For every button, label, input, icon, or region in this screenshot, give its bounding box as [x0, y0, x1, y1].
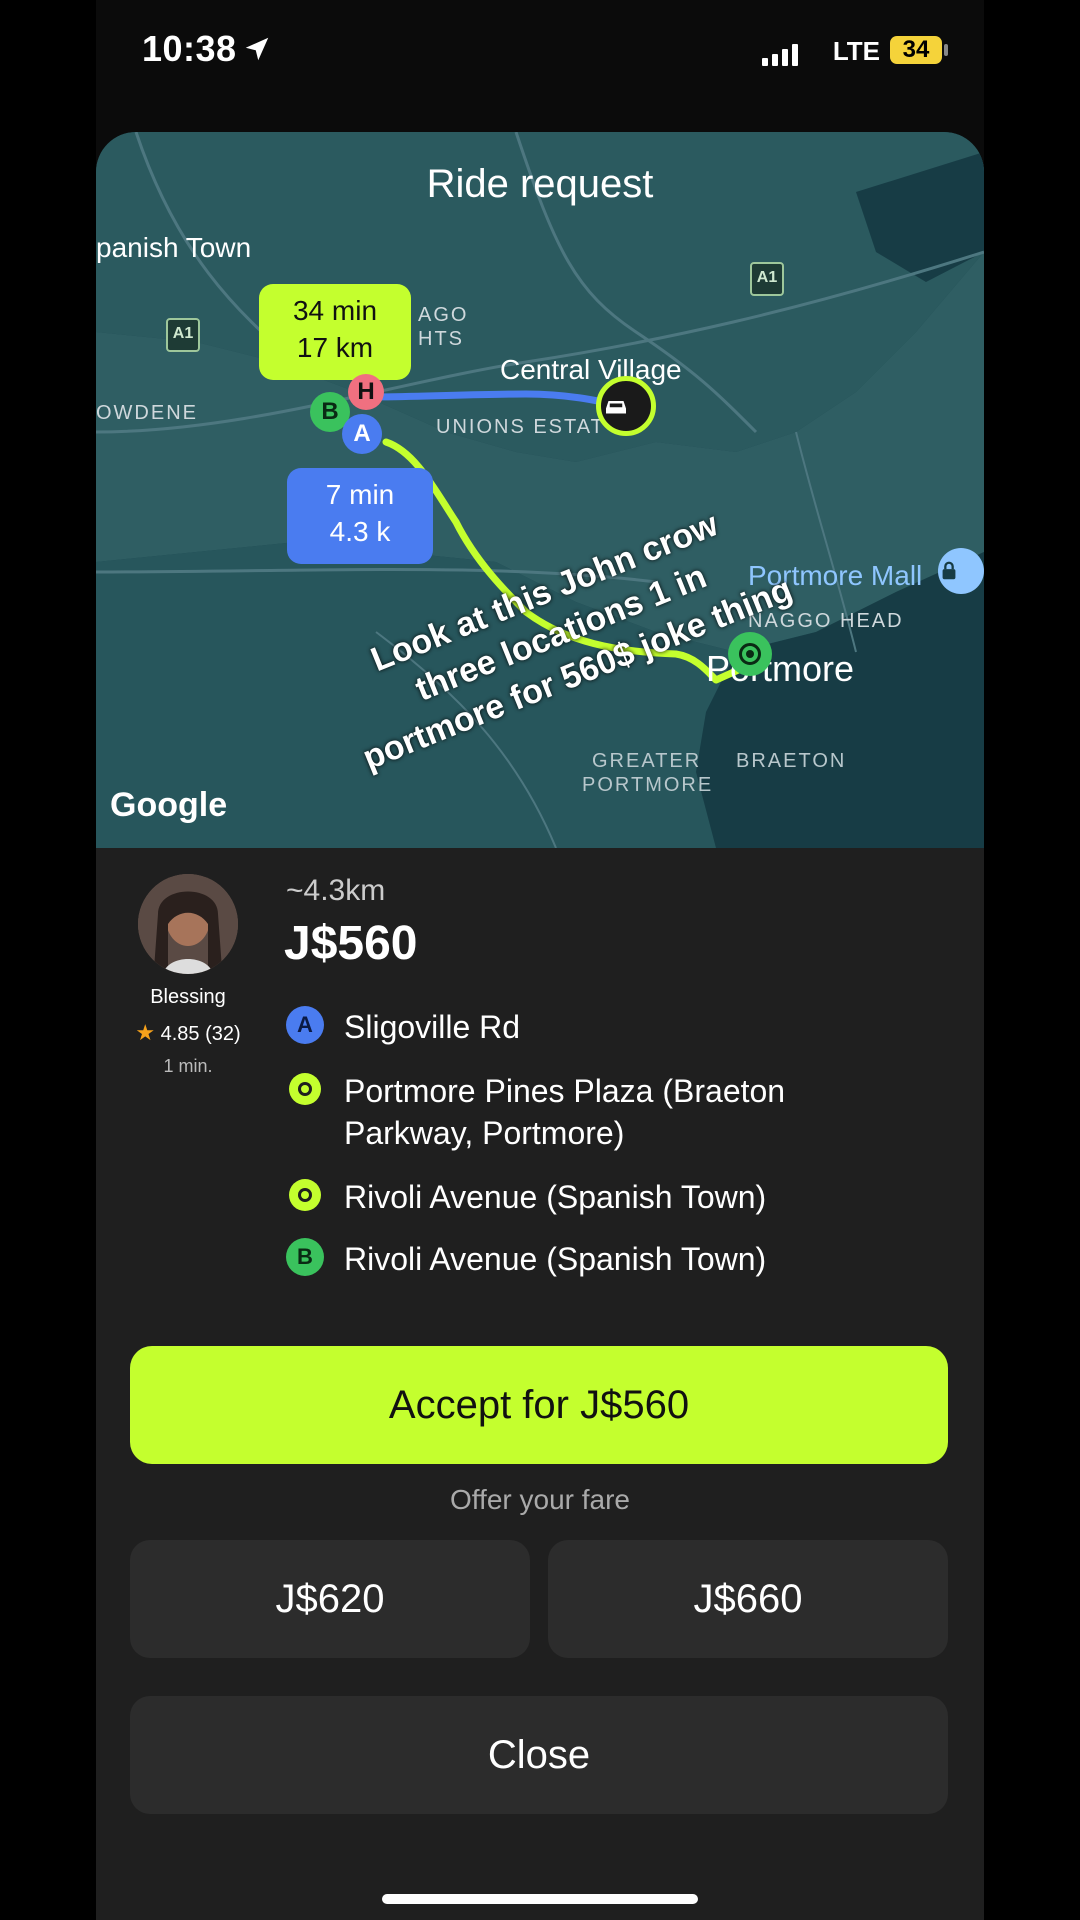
pickup-time-bubble: 7 min 4.3 k	[287, 468, 433, 564]
star-icon: ★	[135, 1020, 156, 1045]
map-label-unions-estate: UNIONS ESTAT	[436, 416, 605, 438]
stop-item: Rivoli Avenue (Spanish Town)	[286, 1176, 844, 1218]
stop-text: Portmore Pines Plaza (Braeton Parkway, P…	[344, 1073, 786, 1151]
stop-text: Rivoli Avenue (Spanish Town)	[344, 1179, 767, 1215]
trip-time-bubble: 34 min 17 km	[259, 284, 411, 380]
map-label-greater-portmore: PORTMORE	[582, 774, 714, 796]
rating-value: 4.85 (32)	[160, 1023, 241, 1045]
fare-option-button[interactable]: J$620	[130, 1540, 530, 1658]
fare-option-button[interactable]: J$660	[548, 1540, 948, 1658]
offer-fare-label: Offer your fare	[449, 1484, 630, 1515]
battery-icon: 34	[890, 36, 942, 64]
close-button[interactable]: Close	[130, 1696, 948, 1814]
driver-name: Blessing	[150, 986, 226, 1008]
map-label-ago: AGO	[418, 304, 469, 326]
network-type: LTE	[832, 36, 880, 66]
map-label-bowdene: OWDENE	[96, 402, 198, 424]
stop-b-marker: B	[286, 1238, 324, 1276]
stop-a-marker: A	[286, 1006, 324, 1044]
stop-text: Rivoli Avenue (Spanish Town)	[344, 1241, 767, 1277]
lock-bag-icon[interactable]	[938, 548, 984, 594]
map-label-central-village: Central Village	[500, 354, 682, 385]
map-title: Ride request	[426, 162, 654, 206]
destination-pin-icon	[728, 632, 772, 676]
driver-rating: ★ 4.85 (32)	[116, 1020, 260, 1046]
map-label-spanish-town: panish Town	[96, 232, 252, 263]
trip-time: 34 min	[292, 295, 378, 326]
google-attribution: Google	[110, 786, 228, 824]
status-bar: 10:38 LTE 34	[96, 0, 984, 104]
stop-text: Sligoville Rd	[344, 1009, 521, 1045]
map-label-braeton: BRAETON	[736, 750, 847, 772]
stop-item: B Rivoli Avenue (Spanish Town)	[286, 1238, 844, 1280]
signal-icon	[762, 42, 798, 66]
accept-button[interactable]: Accept for J$560	[130, 1346, 948, 1464]
map-label-greater: GREATER	[592, 750, 702, 772]
stop-dot-marker	[289, 1073, 321, 1105]
pin-h: H	[348, 374, 384, 410]
road-badge-a1: A1	[166, 318, 200, 352]
battery-tip	[944, 44, 948, 56]
stop-dot-marker	[289, 1179, 321, 1211]
pin-a: A	[342, 414, 382, 454]
stop-item: A Sligoville Rd	[286, 1006, 844, 1048]
stop-item: Portmore Pines Plaza (Braeton Parkway, P…	[286, 1070, 844, 1154]
map-label-hts: HTS	[418, 328, 464, 350]
pickup-distance: 4.3 k	[329, 516, 391, 547]
route-map[interactable]: Ride request panish Town OWDENE Central …	[96, 132, 984, 848]
trip-distance: 17 km	[296, 332, 374, 363]
location-arrow-icon	[245, 37, 269, 61]
driver-avatar	[138, 874, 238, 974]
pickup-time: 7 min	[325, 479, 395, 510]
status-time: 10:38	[142, 28, 237, 69]
phone-screen: 10:38 LTE 34 Ride request panish Town OW…	[96, 0, 984, 1920]
driver-eta: 1 min.	[163, 1056, 213, 1076]
road-badge-a1: A1	[750, 262, 784, 296]
car-icon	[596, 376, 656, 436]
trip-distance-label: ~4.3km	[286, 874, 386, 907]
trip-price: J$560	[284, 917, 418, 970]
home-indicator[interactable]	[382, 1894, 698, 1904]
ride-details-sheet: Blessing ★ 4.85 (32) 1 min. ~4.3km J$560…	[96, 848, 984, 1920]
